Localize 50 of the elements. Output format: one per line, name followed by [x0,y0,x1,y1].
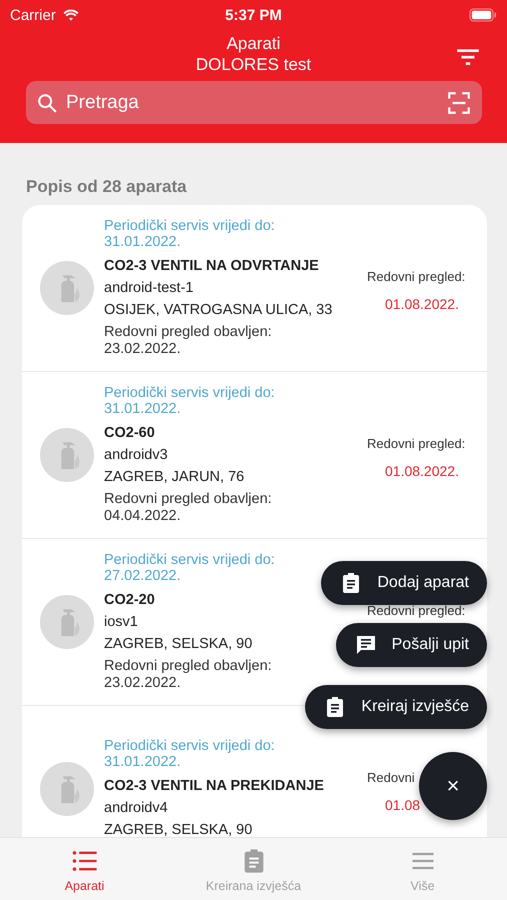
device-code: iosv1 [104,613,138,632]
service-label: Periodički servis vrijedi do: [104,552,275,568]
speed-dial-menu[interactable]: Dodaj aparat [321,561,487,605]
device-code: androidv4 [104,798,168,818]
device-code: android-test-1 [104,279,194,298]
device-address: ZAGREB, SELSKA, 90 [104,635,252,654]
device-name: CO2-60 [104,424,155,443]
battery-icon [469,8,497,22]
speed-dial-menu[interactable]: Pošalji upit [336,623,487,667]
inspection-due-label: Redovni pregled: [367,270,466,284]
inspection-done-label: Redovni pregled obavljen: [104,324,272,341]
inspection-done-date: 23.02.2022. [104,341,181,358]
service-label: Periodički servis vrijedi do: [104,218,275,234]
search-field[interactable]: Pretraga [64,90,440,114]
device-address: ZAGREB, SELSKA, 90 [104,820,252,837]
service-date: 31.01.2022. [104,234,181,250]
service-date: 31.01.2022. [104,401,181,417]
scan-button[interactable] [446,90,472,116]
device-code: androidv3 [104,446,168,465]
inspection-due-date: 01.08.2022. [385,296,459,312]
inspection-done-label: Redovni pregled obavljen: [104,491,272,508]
device-address: OSIJEK, VATROGASNA ULICA, 33 [104,301,332,320]
service-date: 27.02.2022. [104,568,181,584]
speed-dial-menu[interactable]: Kreiraj izvješće [305,685,487,729]
service-label: Periodički servis vrijedi do: [104,738,275,754]
device-address: ZAGREB, JARUN, 76 [104,468,244,487]
search-icon [36,92,58,114]
carrier-name: Carrier [10,6,56,24]
inspection-due-date: 01.08.2022. [385,463,459,479]
scan-icon [446,90,472,116]
screen-subtitle: DOLORES test [196,54,312,74]
device-name: CO2-3 VENTIL NA PREKIDANJE [104,776,324,796]
device-row[interactable]: Periodički servis vrijedi do: 31.01.2022. CO2-3 VENTIL NA ODVRTANJE android-test-1 OSIJEK, VATROGASNA ULICA, 33 Redovni pregled obavljen: 23.02.2022. Redovni pregled: 01.08.2022. [22,205,487,372]
inspection-due-date: 01.08 [385,797,420,813]
inspection-done-date: 23.02.2022. [104,675,181,692]
service-date: 31.01.2022. [104,754,181,770]
inspection-done-label: Redovni pregled obavljen: [104,658,272,675]
search-bar[interactable]: Pretraga [26,81,482,124]
device-row[interactable]: Periodički servis vrijedi do: 31.01.2022. CO2-60 androidv3 ZAGREB, JARUN, 76 Redovni pregled obavljen: 04.04.2022. Redovni pregled: 01.08.2022. [22,372,487,539]
inspection-due-label: Redovni [367,771,415,785]
device-name: CO2-20 [104,591,155,610]
device-name: CO2-3 VENTIL NA ODVRTANJE [104,257,319,276]
inspection-due-label: Redovni pregled: [367,437,466,451]
service-label: Periodički servis vrijedi do: [104,385,275,401]
inspection-done-date: 04.04.2022. [104,508,181,525]
tab[interactable]: Aparati [0,838,169,900]
screen-title: Aparati [226,32,280,54]
status-time: 5:37 PM [225,6,282,24]
inspection-due-label: Redovni pregled: [367,604,466,618]
list-heading: Popis od 28 aparata [26,177,188,197]
